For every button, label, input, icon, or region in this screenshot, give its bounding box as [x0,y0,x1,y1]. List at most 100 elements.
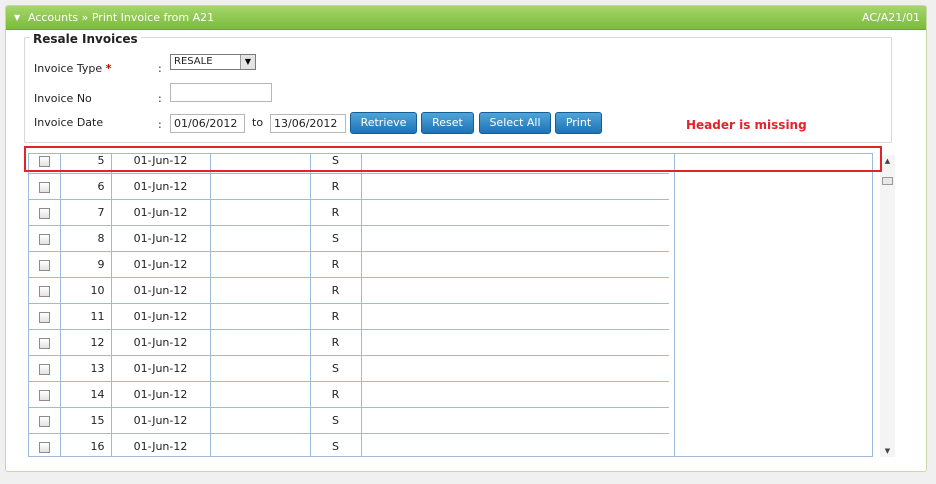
row-checkbox[interactable] [38,389,50,401]
invoice-type-colon: : [158,62,162,75]
required-mark: * [105,62,112,75]
invoice-no-input[interactable] [170,83,272,102]
scroll-thumb[interactable] [882,177,893,185]
print-button[interactable]: Print [555,112,602,134]
row-select-cell[interactable] [29,381,61,408]
scroll-up-icon[interactable]: ▲ [880,155,895,167]
row-select-cell[interactable] [29,433,61,456]
collapse-arrow-icon[interactable]: ▼ [14,6,20,29]
table-row[interactable]: 13 01-Jun-12 S [29,355,669,382]
row-checkbox[interactable] [38,285,50,297]
table-row[interactable]: 14 01-Jun-12 R [29,381,669,408]
grid-vertical-scrollbar[interactable]: ▲ ▼ [880,155,895,457]
row-number: 12 [60,329,112,356]
row-number: 14 [60,381,112,408]
row-detail-cell [361,225,669,252]
row-checkbox[interactable] [38,363,50,375]
row-type: R [310,251,362,278]
row-checkbox[interactable] [38,233,50,245]
row-type: R [310,277,362,304]
row-checkbox[interactable] [38,207,50,219]
invoice-no-colon: : [158,92,162,105]
row-checkbox[interactable] [38,181,50,193]
row-select-cell[interactable] [29,251,61,278]
header-missing-annotation: Header is missing [686,118,807,132]
row-number: 8 [60,225,112,252]
row-checkbox[interactable] [38,337,50,349]
row-detail-cell [361,329,669,356]
invoice-type-label: Invoice Type * [34,62,112,75]
row-select-cell[interactable] [29,355,61,382]
row-number: 11 [60,303,112,330]
row-checkbox[interactable] [38,415,50,427]
select-all-button[interactable]: Select All [479,112,551,134]
breadcrumb: Accounts » Print Invoice from A21 [28,11,215,24]
table-row[interactable]: 11 01-Jun-12 R [29,303,669,330]
row-select-cell[interactable] [29,277,61,304]
row-detail-cell [361,277,669,304]
row-type: R [310,303,362,330]
row-checkbox[interactable] [38,441,50,453]
row-type: R [310,173,362,200]
row-detail-cell [361,303,669,330]
date-from-input[interactable]: 01/06/2012 [170,114,245,133]
section-legend: Resale Invoices [30,32,141,46]
row-checkbox[interactable] [38,311,50,323]
row-select-cell[interactable] [29,407,61,434]
row-blank-cell [210,381,311,408]
row-blank-cell [210,355,311,382]
row-date: 01-Jun-12 [111,407,211,434]
row-detail-cell [361,381,669,408]
row-detail-cell [361,199,669,226]
row-date: 01-Jun-12 [111,199,211,226]
date-to-label: to [252,116,264,129]
row-type: S [310,355,362,382]
row-date: 01-Jun-12 [111,329,211,356]
row-number: 6 [60,173,112,200]
retrieve-button[interactable]: Retrieve [350,112,417,134]
table-row[interactable]: 15 01-Jun-12 S [29,407,669,434]
invoice-grid: 5 01-Jun-12 S 6 01-Jun-12 R 7 01-Jun-12 R 8 01-Jun… [28,153,873,457]
screen-code: AC/A21/01 [862,11,920,24]
row-date: 01-Jun-12 [111,225,211,252]
row-select-cell[interactable] [29,173,61,200]
invoice-table: 5 01-Jun-12 S 6 01-Jun-12 R 7 01-Jun-12 R 8 01-Jun… [29,154,669,456]
row-number: 7 [60,199,112,226]
invoice-no-label: Invoice No [34,92,92,105]
invoice-date-label: Invoice Date [34,116,104,129]
date-to-input[interactable]: 13/06/2012 [270,114,346,133]
row-number: 16 [60,433,112,456]
table-row[interactable]: 8 01-Jun-12 S [29,225,669,252]
row-select-cell[interactable] [29,329,61,356]
dropdown-arrow-icon[interactable]: ▼ [240,55,255,69]
row-detail-cell [361,355,669,382]
row-blank-cell [210,433,311,456]
table-row[interactable]: 10 01-Jun-12 R [29,277,669,304]
grid-column-divider [674,154,675,456]
row-blank-cell [210,173,311,200]
reset-button[interactable]: Reset [421,112,474,134]
scroll-down-icon[interactable]: ▼ [880,445,895,457]
table-row[interactable]: 16 01-Jun-12 S [29,433,669,456]
table-row[interactable]: 7 01-Jun-12 R [29,199,669,226]
row-type: R [310,199,362,226]
row-select-cell[interactable] [29,225,61,252]
row-number: 15 [60,407,112,434]
invoice-type-select[interactable]: RESALE ▼ [170,54,256,70]
row-number: 9 [60,251,112,278]
row-blank-cell [210,225,311,252]
invoice-date-colon: : [158,118,162,131]
row-select-cell[interactable] [29,199,61,226]
row-blank-cell [210,303,311,330]
row-blank-cell [210,251,311,278]
panel-title-bar[interactable]: ▼ Accounts » Print Invoice from A21 AC/A… [6,6,926,30]
row-checkbox[interactable] [38,259,50,271]
table-row[interactable]: 9 01-Jun-12 R [29,251,669,278]
missing-header-highlight [24,146,882,172]
table-row[interactable]: 6 01-Jun-12 R [29,173,669,200]
row-select-cell[interactable] [29,303,61,330]
invoice-type-value: RESALE [174,56,213,67]
table-row[interactable]: 12 01-Jun-12 R [29,329,669,356]
row-blank-cell [210,277,311,304]
row-type: S [310,433,362,456]
